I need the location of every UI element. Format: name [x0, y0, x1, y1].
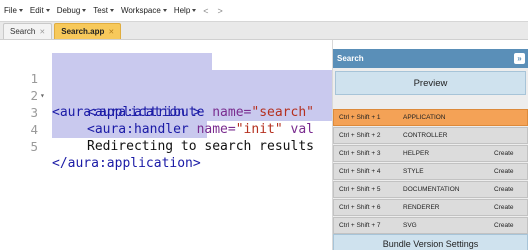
- bundle-name: STYLE: [403, 168, 424, 175]
- bundle-name: RENDERER: [403, 204, 440, 211]
- bundle-row-application[interactable]: Ctrl + Shift + 1 APPLICATION: [333, 109, 528, 126]
- bundle-panel: Search » Preview Ctrl + Shift + 1 APPLIC…: [333, 49, 528, 250]
- shortcut-label: Ctrl + Shift + 5: [339, 186, 381, 193]
- code-line-5: 5 </aura:application>: [0, 121, 332, 171]
- menu-edit-label: Edit: [29, 6, 44, 15]
- shortcut-label: Ctrl + Shift + 7: [339, 222, 381, 229]
- menu-edit[interactable]: Edit: [30, 6, 50, 15]
- tab-search-app[interactable]: Search.app ✕: [54, 23, 122, 39]
- menu-file[interactable]: File: [4, 6, 23, 15]
- bundle-row-helper[interactable]: Ctrl + Shift + 3 HELPER Create: [333, 145, 528, 162]
- menu-workspace-label: Workspace: [120, 6, 161, 15]
- code-token: </aura:application>: [52, 156, 201, 171]
- tab-bar: Search ✕ Search.app ✕: [0, 21, 528, 40]
- code-line-4: 4 Redirecting to search results: [0, 104, 332, 154]
- bundle-list: Ctrl + Shift + 1 APPLICATION Ctrl + Shif…: [333, 109, 528, 235]
- create-link[interactable]: Create: [494, 204, 514, 211]
- menu-debug[interactable]: Debug: [57, 6, 87, 15]
- tab-search-app-label: Search.app: [61, 27, 105, 36]
- code-editor[interactable]: 1 ▾ <aura:application > 2 <aura:attribut…: [0, 40, 333, 250]
- chevron-down-icon: [109, 9, 114, 12]
- menu-test[interactable]: Test: [93, 6, 114, 15]
- back-arrow-icon[interactable]: <: [203, 6, 208, 16]
- bundle-name: SVG: [403, 222, 417, 229]
- tab-search[interactable]: Search ✕: [3, 23, 53, 39]
- collapse-panel-button[interactable]: »: [514, 53, 525, 64]
- code-line-3: 3 <aura:handler name="init" val: [0, 87, 332, 137]
- bundle-version-settings-label: Bundle Version Settings: [382, 239, 479, 249]
- menu-help-label: Help: [173, 6, 191, 15]
- chevron-down-icon: [82, 9, 87, 12]
- bundle-row-controller[interactable]: Ctrl + Shift + 2 CONTROLLER: [333, 127, 528, 144]
- create-link[interactable]: Create: [494, 186, 514, 193]
- create-link[interactable]: Create: [494, 222, 514, 229]
- code-line-2: 2 <aura:attribute name="search": [0, 70, 332, 120]
- menu-help[interactable]: Help: [173, 6, 197, 15]
- panel-title: Search: [337, 54, 364, 63]
- bundle-row-style[interactable]: Ctrl + Shift + 4 STYLE Create: [333, 163, 528, 180]
- chevron-down-icon: [162, 9, 167, 12]
- close-icon[interactable]: ✕: [108, 28, 114, 36]
- menu-debug-label: Debug: [56, 6, 81, 15]
- bundle-version-settings-button[interactable]: Bundle Version Settings: [333, 234, 528, 250]
- bundle-row-renderer[interactable]: Ctrl + Shift + 6 RENDERER Create: [333, 199, 528, 216]
- preview-button-label: Preview: [413, 77, 448, 89]
- chevron-down-icon: [45, 9, 50, 12]
- menu-workspace[interactable]: Workspace: [121, 6, 167, 15]
- shortcut-label: Ctrl + Shift + 2: [339, 132, 381, 139]
- bundle-row-documentation[interactable]: Ctrl + Shift + 5 DOCUMENTATION Create: [333, 181, 528, 198]
- bundle-name: HELPER: [403, 150, 430, 157]
- code-token: Redirecting to search results: [87, 139, 314, 154]
- shortcut-label: Ctrl + Shift + 4: [339, 168, 381, 175]
- menu-file-label: File: [4, 6, 17, 15]
- code-line-1: 1 ▾ <aura:application >: [0, 53, 332, 120]
- shortcut-label: Ctrl + Shift + 3: [339, 150, 381, 157]
- bundle-name: DOCUMENTATION: [403, 186, 460, 193]
- create-link[interactable]: Create: [494, 168, 514, 175]
- tab-search-label: Search: [10, 27, 36, 36]
- shortcut-label: Ctrl + Shift + 6: [339, 204, 381, 211]
- menu-test-label: Test: [93, 6, 108, 15]
- chevron-down-icon: [18, 9, 23, 12]
- bundle-row-svg[interactable]: Ctrl + Shift + 7 SVG Create: [333, 217, 528, 234]
- line-number: 5: [30, 139, 38, 154]
- bundle-name: CONTROLLER: [403, 132, 448, 139]
- close-icon[interactable]: ✕: [39, 28, 45, 36]
- preview-button[interactable]: Preview: [335, 71, 526, 95]
- forward-arrow-icon[interactable]: >: [218, 6, 223, 16]
- menu-bar: File Edit Debug Test Workspace Help < >: [0, 0, 528, 21]
- create-link[interactable]: Create: [494, 150, 514, 157]
- shortcut-label: Ctrl + Shift + 1: [339, 114, 381, 121]
- bundle-name: APPLICATION: [403, 114, 446, 121]
- panel-header: Search »: [333, 49, 528, 68]
- chevron-down-icon: [192, 9, 197, 12]
